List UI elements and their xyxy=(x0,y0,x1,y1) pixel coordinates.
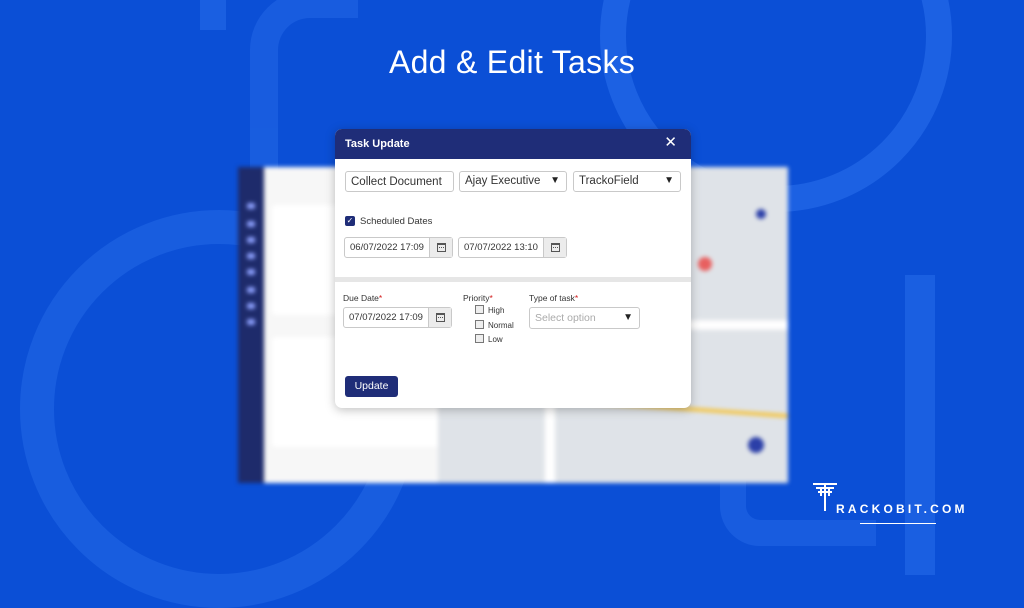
executive-value: Ajay Executive xyxy=(465,175,541,187)
executive-select[interactable]: Ajay Executive ▼ xyxy=(459,171,567,192)
brand-logo: RACKOBIT.COM xyxy=(812,482,982,527)
due-date-value: 07/07/2022 17:09 xyxy=(349,312,423,323)
bg-decoration-line xyxy=(200,0,226,30)
bg-decoration-line xyxy=(905,275,935,575)
task-update-modal: Task Update ✕ Collect Document Ajay Exec… xyxy=(335,129,691,408)
due-date-label: Due Date* xyxy=(343,293,383,303)
calendar-icon[interactable] xyxy=(543,238,566,257)
calendar-icon[interactable] xyxy=(428,308,451,327)
scheduled-start-input[interactable]: 06/07/2022 17:09 xyxy=(344,237,453,258)
priority-high-checkbox[interactable] xyxy=(475,305,484,314)
app-sidebar xyxy=(238,167,264,483)
brand-name: RACKOBIT.COM xyxy=(836,502,968,516)
type-of-task-placeholder: Select option xyxy=(535,312,596,324)
section-divider xyxy=(335,277,691,282)
scheduled-end-input[interactable]: 07/07/2022 13:10 xyxy=(458,237,567,258)
scheduled-start-value: 06/07/2022 17:09 xyxy=(350,242,424,253)
close-icon[interactable]: ✕ xyxy=(664,135,677,150)
calendar-icon[interactable] xyxy=(429,238,452,257)
update-button[interactable]: Update xyxy=(345,376,398,397)
priority-low-checkbox[interactable] xyxy=(475,334,484,343)
priority-normal-label: Normal xyxy=(488,321,514,330)
chevron-down-icon: ▼ xyxy=(623,312,633,323)
trackobit-logo-icon xyxy=(813,483,837,511)
due-date-input[interactable]: 07/07/2022 17:09 xyxy=(343,307,452,328)
scheduled-dates-label: Scheduled Dates xyxy=(360,216,433,227)
type-of-task-select[interactable]: Select option ▼ xyxy=(529,307,640,329)
task-name-value: Collect Document xyxy=(351,176,442,188)
task-name-input[interactable]: Collect Document xyxy=(345,171,454,192)
chevron-down-icon: ▼ xyxy=(664,175,674,186)
scheduled-dates-checkbox[interactable]: ✓ xyxy=(345,216,355,226)
modal-header: Task Update ✕ xyxy=(335,129,691,159)
priority-normal-checkbox[interactable] xyxy=(475,320,484,329)
priority-low-label: Low xyxy=(488,335,503,344)
modal-title: Task Update xyxy=(345,138,410,150)
type-of-task-label: Type of task* xyxy=(529,293,579,303)
brand-underline xyxy=(860,523,936,524)
page-headline: Add & Edit Tasks xyxy=(388,44,636,80)
priority-label: Priority* xyxy=(463,293,493,303)
priority-high-label: High xyxy=(488,306,505,315)
chevron-down-icon: ▼ xyxy=(550,175,560,186)
scheduled-end-value: 07/07/2022 13:10 xyxy=(464,242,538,253)
form-type-select[interactable]: TrackoField ▼ xyxy=(573,171,681,192)
form-type-value: TrackoField xyxy=(579,175,639,187)
